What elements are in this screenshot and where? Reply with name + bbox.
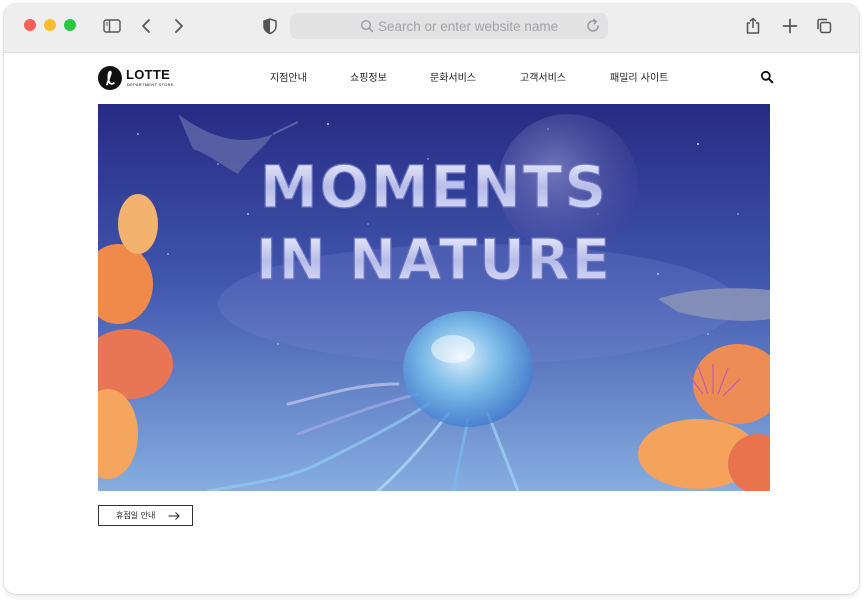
hero-banner[interactable]: MOMENTS IN NATURE xyxy=(98,104,770,491)
address-bar[interactable] xyxy=(290,13,608,39)
site-search-icon[interactable] xyxy=(760,70,774,84)
address-input[interactable] xyxy=(378,16,578,36)
browser-window: LOTTE DEPARTMENT STORE 지점안내 쇼핑정보 문화서비스 고… xyxy=(4,4,859,594)
main-nav: 지점안내 쇼핑정보 문화서비스 고객서비스 패밀리 사이트 xyxy=(98,69,770,89)
hero-title-line2: IN NATURE xyxy=(256,228,612,293)
nav-item-family-site[interactable]: 패밀리 사이트 xyxy=(610,69,668,84)
site-header: LOTTE DEPARTMENT STORE 지점안내 쇼핑정보 문화서비스 고… xyxy=(98,53,774,100)
back-icon[interactable] xyxy=(137,16,157,36)
minimize-window-button[interactable] xyxy=(44,19,56,31)
new-tab-icon[interactable] xyxy=(780,16,800,36)
holiday-info-button[interactable]: 휴점일 안내 xyxy=(98,505,193,526)
sidebar-toggle-icon[interactable] xyxy=(102,16,122,36)
nav-item-shopping-info[interactable]: 쇼핑정보 xyxy=(350,69,387,84)
tab-overview-icon[interactable] xyxy=(814,16,834,36)
close-window-button[interactable] xyxy=(24,19,36,31)
nav-item-store-info[interactable]: 지점안내 xyxy=(270,69,307,84)
holiday-info-label: 휴점일 안내 xyxy=(116,511,156,520)
privacy-shield-icon[interactable] xyxy=(260,16,280,36)
share-icon[interactable] xyxy=(743,16,763,36)
browser-toolbar xyxy=(4,4,859,53)
search-icon xyxy=(360,19,374,33)
nav-item-customer-service[interactable]: 고객서비스 xyxy=(520,69,566,84)
hero-illustration: MOMENTS IN NATURE xyxy=(98,104,770,491)
forward-icon[interactable] xyxy=(168,16,188,36)
nav-item-culture-service[interactable]: 문화서비스 xyxy=(430,69,476,84)
reload-icon[interactable] xyxy=(584,17,602,35)
arrow-right-icon xyxy=(168,512,180,520)
zoom-window-button[interactable] xyxy=(64,19,76,31)
page-content: LOTTE DEPARTMENT STORE 지점안내 쇼핑정보 문화서비스 고… xyxy=(4,53,859,594)
hero-title-line1: MOMENTS xyxy=(260,153,608,221)
